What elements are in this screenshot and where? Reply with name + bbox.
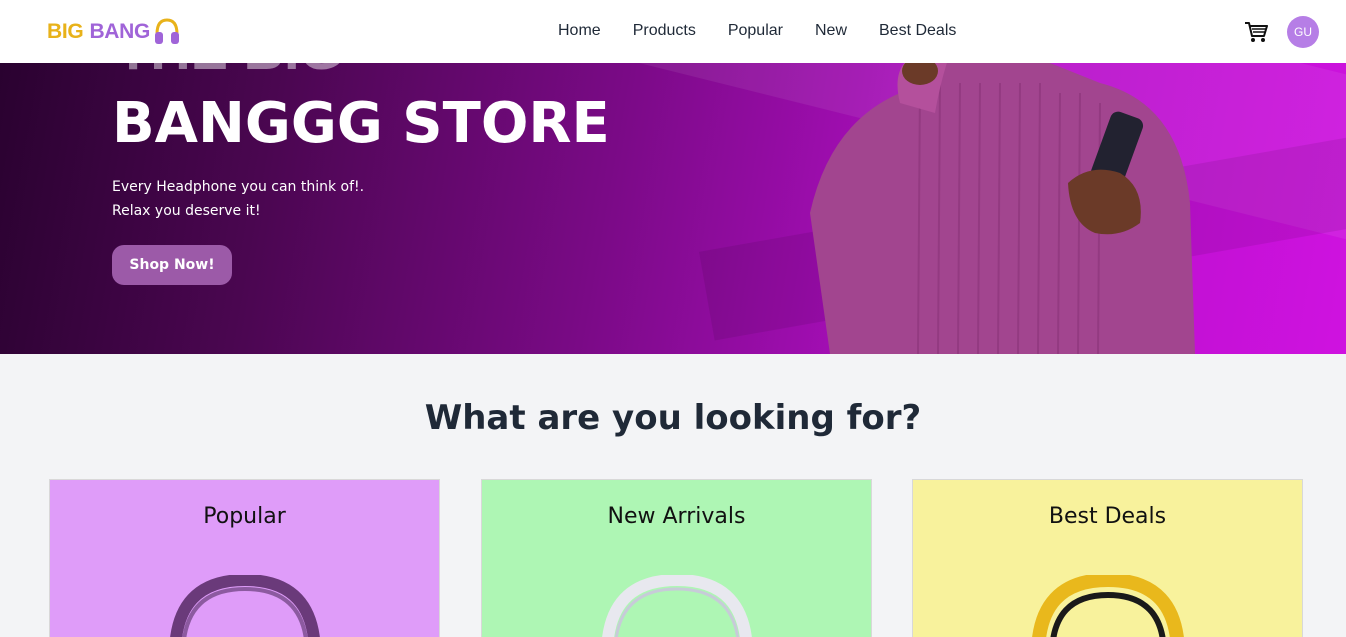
- category-card-best-deals[interactable]: Best Deals: [912, 479, 1303, 637]
- hero-subtitle: Every Headphone you can think of!. Relax…: [112, 175, 364, 223]
- headphones-logo-icon: [155, 18, 180, 44]
- hero-title: BANGGG STORE: [112, 91, 610, 156]
- logo-text-big: BIG: [47, 20, 84, 43]
- yellow-headphones-image: [1032, 575, 1184, 637]
- card-title: Popular: [203, 504, 286, 529]
- nav-new[interactable]: New: [815, 21, 847, 41]
- nav-products[interactable]: Products: [633, 21, 696, 41]
- shop-now-button[interactable]: Shop Now!: [112, 245, 232, 285]
- card-title: Best Deals: [1048, 504, 1167, 529]
- cart-icon[interactable]: [1244, 21, 1268, 43]
- logo-text-bang: BANG: [89, 20, 151, 43]
- logo[interactable]: BIG BANG: [47, 16, 180, 48]
- woman-with-phone-image: [810, 63, 1195, 354]
- category-card-new-arrivals[interactable]: New Arrivals: [481, 479, 872, 637]
- hero-subtitle-line: Every Headphone you can think of!.: [112, 179, 365, 195]
- navbar: BIG BANG Home Products Popular New Best …: [0, 0, 1346, 63]
- nav-best-deals[interactable]: Best Deals: [879, 21, 956, 41]
- section-title: What are you looking for?: [424, 398, 922, 438]
- nav-links: Home Products Popular New Best Deals: [558, 21, 988, 41]
- white-headphones-image: [602, 575, 752, 637]
- purple-headphones-image: [170, 575, 320, 637]
- nav-home[interactable]: Home: [558, 21, 601, 41]
- hero-subtitle-line: Relax you deserve it!: [112, 203, 261, 219]
- category-card-popular[interactable]: Popular: [49, 479, 440, 637]
- card-title: New Arrivals: [607, 504, 746, 529]
- hero-banner: THE BIG BANGGG STORE Every Headphone you…: [0, 63, 1346, 354]
- user-avatar[interactable]: GU: [1287, 16, 1319, 48]
- hero-ghost-text: THE BIG: [116, 63, 343, 82]
- nav-popular[interactable]: Popular: [728, 21, 783, 41]
